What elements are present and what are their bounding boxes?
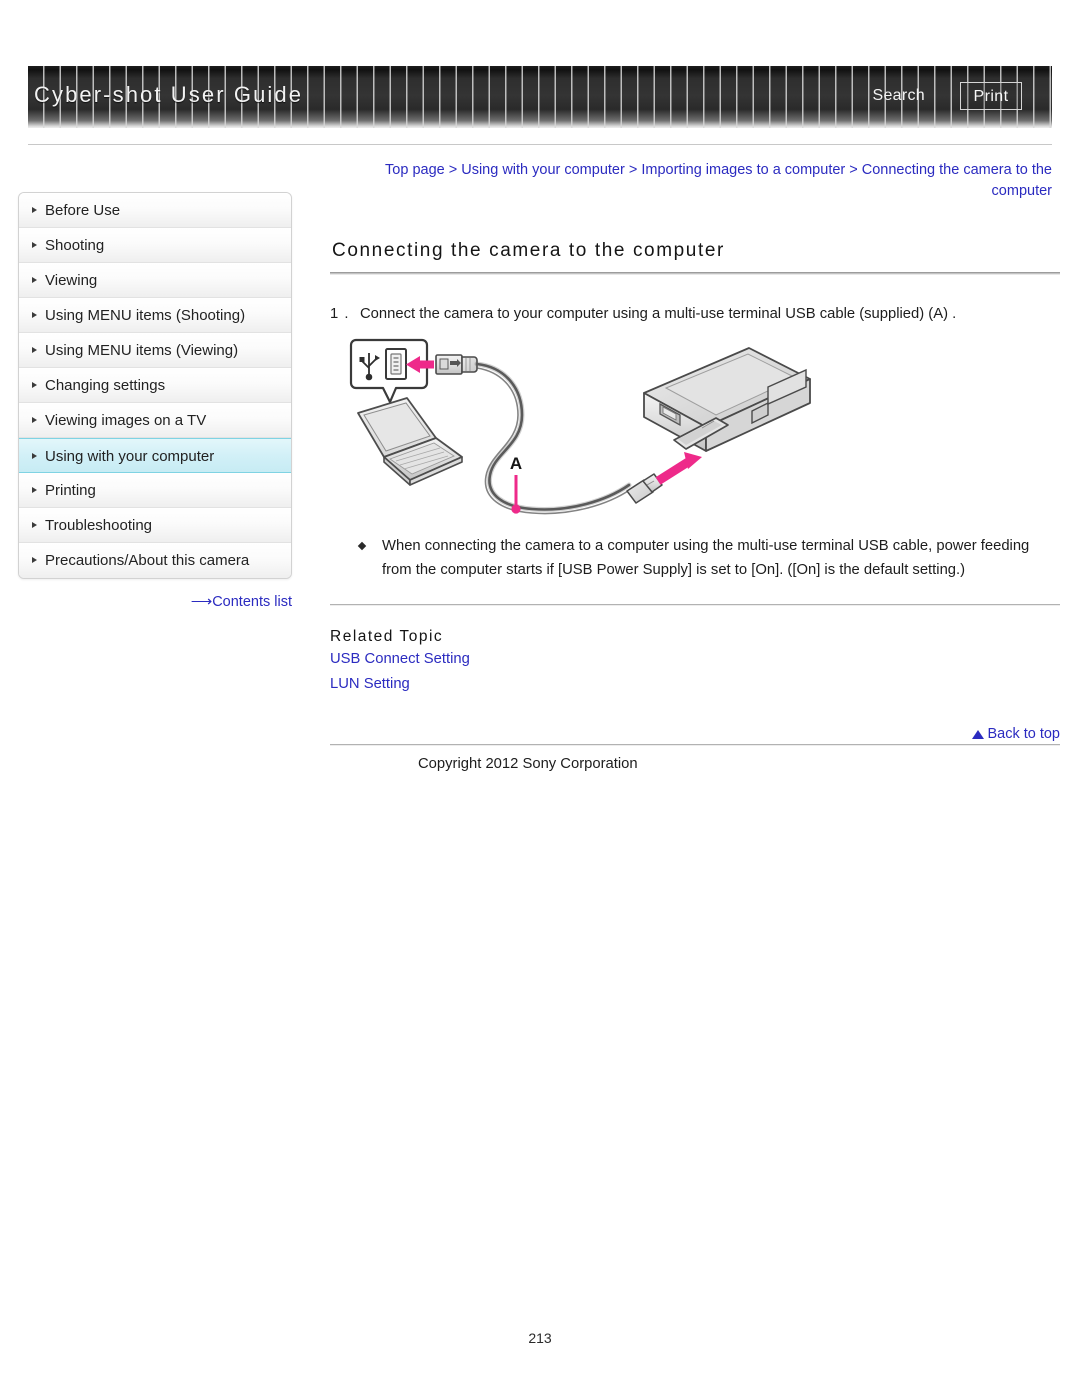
sidebar-item-troubleshooting[interactable]: Troubleshooting [19, 508, 291, 543]
step-1: 1 . Connect the camera to your computer … [330, 303, 1060, 325]
back-to-top-link[interactable]: Back to top [330, 726, 1060, 742]
camera-illustration [643, 347, 811, 452]
footer-divider [330, 744, 1060, 746]
header-divider [28, 144, 1052, 145]
related-topic-divider [330, 604, 1060, 606]
sidebar-item-label: Changing settings [45, 377, 166, 394]
usb-port-callout [349, 338, 429, 404]
laptop-illustration [357, 397, 463, 486]
step-number: 1 . [330, 306, 350, 322]
related-link-usb-connect-setting[interactable]: USB Connect Setting [330, 648, 1060, 671]
related-link-lun-setting[interactable]: LUN Setting [330, 673, 1060, 696]
notes-list: When connecting the camera to a computer… [354, 534, 1060, 582]
title-divider [330, 272, 1060, 275]
sidebar-item-printing[interactable]: Printing [19, 473, 291, 508]
search-button[interactable]: Search [873, 87, 926, 105]
contents-list-label: Contents list [212, 594, 292, 610]
sidebar-item-viewing-images-on-a-tv[interactable]: Viewing images on a TV [19, 403, 291, 438]
callout-a-text: A [510, 454, 522, 473]
sidebar-item-label: Using MENU items (Viewing) [45, 342, 239, 359]
page-number: 213 [528, 1330, 552, 1346]
main-content: Connecting the camera to the computer 1 … [330, 240, 1060, 772]
triangle-up-icon [972, 730, 985, 739]
page-title: Connecting the camera to the computer [332, 240, 725, 261]
sidebar-item-using-menu-items-viewing[interactable]: Using MENU items (Viewing) [19, 333, 291, 368]
note-item: When connecting the camera to a computer… [354, 534, 1042, 582]
contents-list-link[interactable]: ⟶ Contents list [18, 592, 292, 610]
sidebar-item-viewing[interactable]: Viewing [19, 263, 291, 298]
sidebar-item-changing-settings[interactable]: Changing settings [19, 368, 291, 403]
sidebar-item-label: Printing [45, 482, 96, 499]
sidebar-item-label: Before Use [45, 202, 121, 219]
breadcrumb[interactable]: Top page > Using with your computer > Im… [340, 160, 1052, 202]
sidebar-item-shooting[interactable]: Shooting [19, 228, 291, 263]
app-header-banner: Cyber-shot User Guide Search Print [28, 66, 1052, 128]
step-text: Connect the camera to your computer usin… [360, 306, 957, 322]
connection-illustration-svg: A [349, 338, 811, 515]
sidebar-item-using-menu-items-shooting[interactable]: Using MENU items (Shooting) [19, 298, 291, 333]
related-topic-heading: Related Topic [330, 628, 444, 645]
print-button[interactable]: Print [960, 82, 1022, 110]
back-to-top-label: Back to top [987, 726, 1060, 742]
copyright-text: Copyright 2012 Sony Corporation [418, 756, 638, 772]
sidebar-item-label: Using MENU items (Shooting) [45, 307, 246, 324]
usb-cable [474, 361, 632, 515]
sidebar-item-label: Troubleshooting [45, 517, 153, 534]
sidebar-nav: Before Use Shooting Viewing Using MENU i… [18, 192, 292, 579]
usb-connector-left [435, 354, 478, 375]
sidebar-item-precautions-about-this-camera[interactable]: Precautions/About this camera [19, 543, 291, 578]
sidebar-item-using-with-your-computer[interactable]: Using with your computer [19, 438, 291, 473]
sidebar-item-label: Precautions/About this camera [45, 552, 250, 569]
connection-diagram: A [344, 335, 814, 520]
sidebar-item-label: Shooting [45, 237, 105, 254]
right-arrow-icon: ⟶ [190, 593, 212, 610]
app-title: Cyber-shot User Guide [34, 82, 304, 107]
sidebar-item-label: Using with your computer [45, 448, 215, 465]
sidebar-item-label: Viewing [45, 272, 98, 289]
sidebar-item-label: Viewing images on a TV [45, 412, 207, 429]
insert-arrow-camera-icon [655, 452, 702, 485]
sidebar-item-before-use[interactable]: Before Use [19, 193, 291, 228]
